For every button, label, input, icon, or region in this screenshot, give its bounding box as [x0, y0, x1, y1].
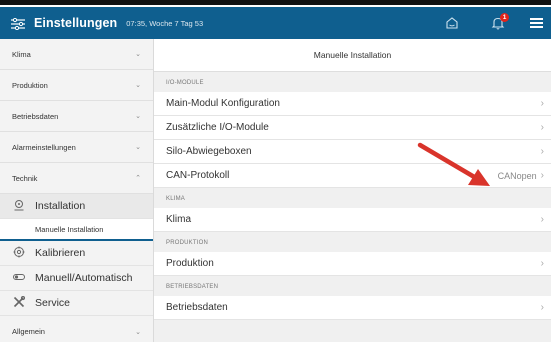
section-heading-io-module: I/O-MODULE	[166, 80, 204, 86]
sidebar-item-label: Installation	[35, 200, 86, 212]
settings-sliders-icon[interactable]	[11, 17, 25, 31]
chevron-down-icon: ⌄	[135, 328, 141, 336]
row-label: Produktion	[166, 258, 214, 269]
row-betriebsdaten[interactable]: Betriebsdaten ›	[154, 296, 551, 320]
sidebar-group-label: Betriebsdaten	[12, 111, 59, 121]
alarm-badge[interactable]: 1	[500, 13, 509, 22]
sidebar-item-label: Manuell/Automatisch	[35, 272, 133, 284]
sidebar-group-technik[interactable]: Technik ⌃	[0, 163, 153, 194]
chevron-right-icon: ›	[540, 98, 544, 109]
sidebar-group-allgemein[interactable]: Allgemein ⌄	[0, 316, 153, 342]
sidebar-subitem-manuelle-installation[interactable]: Manuelle Installation	[0, 219, 153, 241]
sidebar-group-produktion[interactable]: Produktion ⌄	[0, 70, 153, 101]
installation-icon	[12, 199, 26, 214]
page-title: Einstellungen	[34, 16, 118, 30]
sidebar-item-kalibrieren[interactable]: Kalibrieren	[0, 241, 153, 266]
sidebar-group-label: Produktion	[12, 80, 48, 90]
section-heading-produktion: PRODUKTION	[166, 240, 209, 246]
row-produktion[interactable]: Produktion ›	[154, 252, 551, 276]
sidebar-group-label: Klima	[12, 49, 31, 59]
chevron-right-icon: ›	[540, 122, 544, 133]
row-label: Silo-Abwiegeboxen	[166, 146, 252, 157]
sidebar-item-label: Kalibrieren	[35, 247, 86, 259]
sidebar-item-installation[interactable]: Installation	[0, 194, 153, 219]
sidebar-item-label: Service	[35, 297, 71, 309]
row-silo-abwiegeboxen[interactable]: Silo-Abwiegeboxen ›	[154, 140, 551, 164]
chevron-right-icon: ›	[540, 146, 544, 157]
chevron-right-icon: ›	[540, 214, 544, 225]
main-content: Manuelle Installation I/O-MODULE Main-Mo…	[154, 39, 551, 342]
chevron-right-icon: ›	[540, 170, 544, 181]
section-heading-klima: KLIMA	[166, 196, 186, 202]
row-label: Zusätzliche I/O-Module	[166, 122, 269, 133]
chevron-down-icon: ⌄	[135, 51, 141, 58]
sidebar: Klima ⌄ Produktion ⌄ Betriebsdaten ⌄ Ala…	[0, 39, 154, 342]
service-tools-icon	[12, 295, 26, 311]
row-label: Betriebsdaten	[166, 302, 228, 313]
calibrate-icon	[12, 246, 26, 261]
chevron-down-icon: ⌄	[135, 113, 141, 120]
sidebar-group-alarmeinstellungen[interactable]: Alarmeinstellungen ⌄	[0, 132, 153, 163]
sidebar-item-service[interactable]: Service	[0, 291, 153, 316]
row-label: Klima	[166, 214, 192, 225]
sidebar-group-label: Allgemein	[12, 327, 45, 336]
row-value: CANopen	[497, 170, 537, 181]
row-klima[interactable]: Klima ›	[154, 208, 551, 232]
sidebar-item-label: Manuelle Installation	[35, 224, 104, 234]
row-can-protokoll[interactable]: CAN-Protokoll CANopen ›	[154, 164, 551, 188]
app-header: Einstellungen 07:35, Woche 7 Tag 53 1	[0, 7, 551, 39]
chevron-right-icon: ›	[540, 258, 544, 269]
home-icon[interactable]	[445, 16, 459, 30]
sidebar-group-label: Technik	[12, 173, 38, 183]
row-main-modul-konfiguration[interactable]: Main-Modul Konfiguration ›	[154, 92, 551, 116]
chevron-down-icon: ⌄	[135, 144, 141, 151]
hamburger-menu-icon[interactable]	[530, 18, 543, 28]
chevron-right-icon: ›	[540, 302, 544, 313]
row-label: Main-Modul Konfiguration	[166, 98, 280, 109]
sidebar-group-label: Alarmeinstellungen	[12, 142, 76, 152]
row-label: CAN-Protokoll	[166, 170, 230, 181]
content-title: Manuelle Installation	[154, 39, 551, 72]
chevron-down-icon: ⌄	[135, 82, 141, 89]
sidebar-item-manuell-automatisch[interactable]: Manuell/Automatisch	[0, 266, 153, 291]
chevron-up-icon: ⌃	[135, 175, 141, 182]
row-zusaetzliche-io-module[interactable]: Zusätzliche I/O-Module ›	[154, 116, 551, 140]
time-week-day: 07:35, Woche 7 Tag 53	[126, 18, 204, 28]
sidebar-group-betriebsdaten[interactable]: Betriebsdaten ⌄	[0, 101, 153, 132]
sidebar-group-klima[interactable]: Klima ⌄	[0, 39, 153, 70]
toggle-icon	[12, 271, 26, 286]
top-border	[0, 0, 551, 5]
section-heading-betriebsdaten: BETRIEBSDATEN	[166, 284, 219, 290]
